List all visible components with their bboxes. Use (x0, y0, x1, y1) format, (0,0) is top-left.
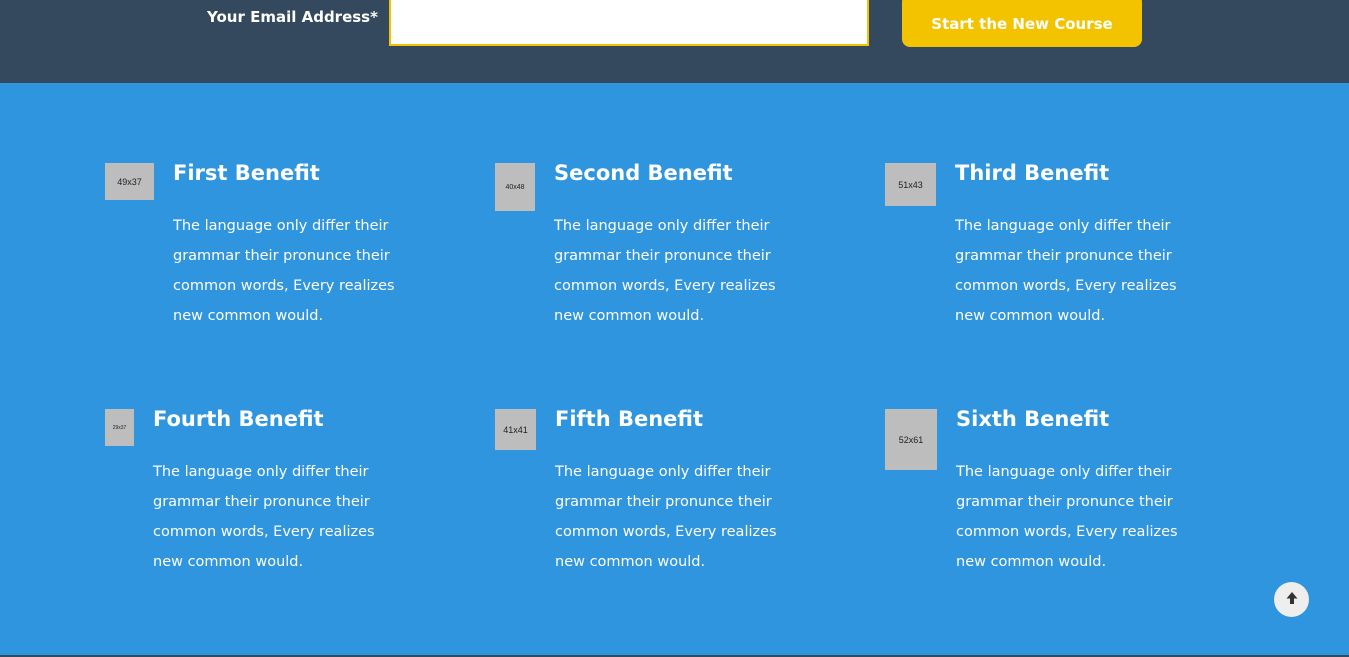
benefit-text: The language only differ their grammar t… (956, 464, 1178, 570)
benefit-text: The language only differ their grammar t… (554, 218, 776, 324)
benefit-title: Fifth Benefit (555, 407, 704, 431)
benefit-image: 29x37 (105, 409, 134, 446)
benefit-title: Third Benefit (955, 161, 1110, 185)
benefit-title: Fourth Benefit (153, 407, 324, 431)
scroll-to-top-button[interactable] (1274, 582, 1309, 617)
benefit-image: 41x41 (495, 409, 536, 450)
benefit-text: The language only differ their grammar t… (555, 464, 777, 570)
benefit-title: First Benefit (173, 161, 320, 185)
benefit-image: 52x61 (885, 409, 937, 470)
email-label: Your Email Address* (207, 8, 378, 26)
benefit-image: 49x37 (105, 163, 154, 200)
benefit-image: 51x43 (885, 163, 936, 206)
benefit-text: The language only differ their grammar t… (955, 218, 1177, 324)
benefit-text: The language only differ their grammar t… (173, 218, 395, 324)
benefit-title: Sixth Benefit (956, 407, 1110, 431)
signup-bar: Your Email Address* Start the New Course (0, 0, 1349, 83)
arrow-up-icon (1285, 591, 1299, 608)
benefit-image: 40x48 (495, 163, 535, 211)
email-input[interactable] (389, 0, 869, 46)
benefit-title: Second Benefit (554, 161, 733, 185)
start-course-button[interactable]: Start the New Course (902, 0, 1142, 47)
benefit-text: The language only differ their grammar t… (153, 464, 375, 570)
